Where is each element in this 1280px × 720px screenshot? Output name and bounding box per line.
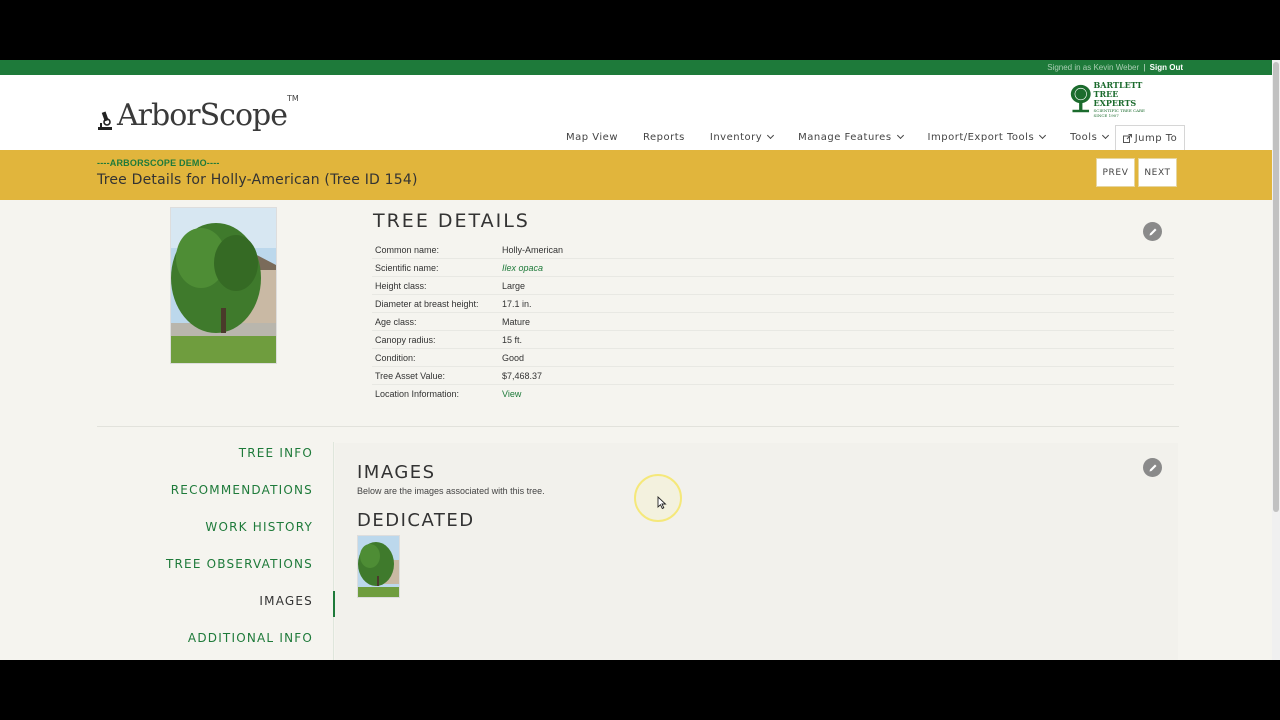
- video-letterbox-bottom: [0, 660, 1280, 720]
- section-tab-tree-info[interactable]: TREE INFO: [97, 442, 334, 479]
- chevron-down-icon: [767, 131, 775, 140]
- nav-label: Map View: [566, 132, 619, 143]
- detail-value: 15 ft.: [502, 334, 523, 345]
- section-divider: [97, 426, 1179, 427]
- detail-label: Canopy radius:: [375, 334, 436, 345]
- detail-label: Location Information:: [375, 389, 460, 399]
- page-banner: ----ARBORSCOPE DEMO---- Tree Details for…: [0, 150, 1272, 200]
- detail-row: Common name: Holly-American: [372, 241, 1174, 259]
- page-title: Tree Details for Holly-American (Tree ID…: [97, 172, 418, 188]
- pencil-icon: [1149, 228, 1156, 235]
- external-link-icon: [1122, 134, 1132, 143]
- section-tab-tree-observations[interactable]: TREE OBSERVATIONS: [97, 553, 334, 590]
- pencil-icon: [1149, 464, 1156, 471]
- main-nav: Map View Reports Inventory Manage Featur…: [566, 131, 1110, 143]
- demo-label: ----ARBORSCOPE DEMO----: [97, 158, 220, 168]
- nav-inventory[interactable]: Inventory: [709, 131, 775, 143]
- dedicated-image-thumbnail[interactable]: [357, 535, 400, 598]
- detail-label: Common name:: [375, 244, 440, 255]
- nav-label: Import/Export Tools: [927, 132, 1035, 143]
- session-separator: |: [1143, 63, 1146, 72]
- tree-thumbnail-image: [358, 536, 399, 597]
- signed-in-text: Signed in as Kevin Weber: [1047, 63, 1140, 72]
- detail-value: Mature: [502, 316, 531, 327]
- detail-label: Scientific name:: [375, 262, 439, 273]
- nav-label: Tools: [1070, 132, 1098, 143]
- detail-value: Holly-American: [502, 244, 564, 255]
- images-panel: IMAGES Below are the images associated w…: [335, 443, 1178, 660]
- arborscope-logo[interactable]: ArborScope TM: [96, 91, 299, 131]
- images-heading: IMAGES: [357, 462, 436, 483]
- video-letterbox-top: [0, 0, 1280, 60]
- nav-map-view[interactable]: Map View: [566, 132, 618, 143]
- logo-trademark: TM: [287, 94, 299, 103]
- section-tab-recommendations[interactable]: RECOMMENDATIONS: [97, 479, 334, 516]
- nav-label: Manage Features: [798, 132, 892, 143]
- nav-label: Inventory: [709, 132, 763, 143]
- images-description: Below are the images associated with thi…: [357, 486, 545, 496]
- nav-manage-features[interactable]: Manage Features: [798, 131, 904, 143]
- chevron-down-icon: [1102, 131, 1110, 140]
- detail-label: Condition:: [375, 352, 416, 363]
- section-tab-images[interactable]: IMAGES: [97, 590, 334, 627]
- section-nav-rule: [333, 442, 334, 660]
- section-tab-work-history[interactable]: WORK HISTORY: [97, 516, 334, 553]
- jump-to-button[interactable]: Jump To: [1115, 125, 1185, 151]
- detail-label: Height class:: [375, 280, 427, 291]
- detail-row: Tree Asset Value: $7,468.37: [372, 367, 1174, 385]
- detail-row: Location Information: View: [372, 385, 1174, 403]
- chevron-down-icon: [896, 131, 904, 140]
- detail-label: Age class:: [375, 316, 417, 327]
- detail-row: Age class: Mature: [372, 313, 1174, 331]
- detail-row: Condition: Good: [372, 349, 1174, 367]
- partner-name-line2: TREE EXPERTS: [1093, 88, 1137, 108]
- edit-images-button[interactable]: [1143, 458, 1162, 477]
- detail-value: Good: [502, 352, 525, 363]
- detail-row: Scientific name: Ilex opaca: [372, 259, 1174, 277]
- section-tab-additional-info[interactable]: ADDITIONAL INFO: [97, 627, 334, 660]
- location-view-link[interactable]: View: [502, 389, 1174, 399]
- detail-value: Ilex opaca: [502, 262, 544, 273]
- nav-label: Reports: [643, 132, 685, 143]
- dedicated-heading: DEDICATED: [357, 510, 475, 531]
- nav-tools[interactable]: Tools: [1070, 131, 1110, 143]
- microscope-icon: [98, 111, 112, 130]
- detail-row: Height class: Large: [372, 277, 1174, 295]
- section-nav: TREE INFO RECOMMENDATIONS WORK HISTORY T…: [97, 442, 335, 660]
- tree-emblem-icon: [1070, 84, 1091, 113]
- detail-row: Diameter at breast height: 17.1 in.: [372, 295, 1174, 313]
- next-button[interactable]: NEXT: [1138, 158, 1177, 187]
- nav-reports[interactable]: Reports: [643, 132, 685, 143]
- detail-label: Diameter at breast height:: [375, 298, 479, 309]
- detail-value: $7,468.37: [502, 370, 543, 381]
- site-header: ArborScope TM BARTLETT TREE EXPERTS SCIE…: [0, 75, 1272, 151]
- logo-text: ArborScope: [117, 98, 288, 133]
- prev-button[interactable]: PREV: [1096, 158, 1135, 187]
- tree-details-heading: TREE DETAILS: [373, 210, 530, 232]
- partner-tagline: SCIENTIFIC TREE CARE SINCE 1907: [1093, 107, 1145, 118]
- tree-photo[interactable]: [170, 207, 277, 364]
- detail-label: Tree Asset Value:: [375, 370, 446, 381]
- scrollbar-thumb[interactable]: [1273, 62, 1279, 512]
- nav-import-export-tools[interactable]: Import/Export Tools: [927, 131, 1047, 143]
- detail-row: Canopy radius: 15 ft.: [372, 331, 1174, 349]
- browser-viewport: Signed in as Kevin Weber | Sign Out Arbo…: [0, 60, 1280, 660]
- edit-details-button[interactable]: [1143, 222, 1162, 241]
- tree-photo-image: [171, 208, 276, 363]
- chevron-down-icon: [1039, 131, 1047, 140]
- page-scrollbar[interactable]: [1272, 60, 1280, 660]
- bartlett-logo[interactable]: BARTLETT TREE EXPERTS SCIENTIFIC TREE CA…: [1070, 80, 1158, 118]
- tree-details-table: Common name: Holly-American Scientific na…: [372, 241, 1174, 403]
- session-bar: Signed in as Kevin Weber | Sign Out: [0, 60, 1272, 75]
- detail-value: Large: [502, 280, 526, 291]
- detail-value: 17.1 in.: [502, 298, 532, 309]
- mouse-cursor-icon: [657, 496, 667, 510]
- jump-to-label: Jump To: [1134, 133, 1178, 144]
- sign-out-link[interactable]: Sign Out: [1150, 63, 1183, 72]
